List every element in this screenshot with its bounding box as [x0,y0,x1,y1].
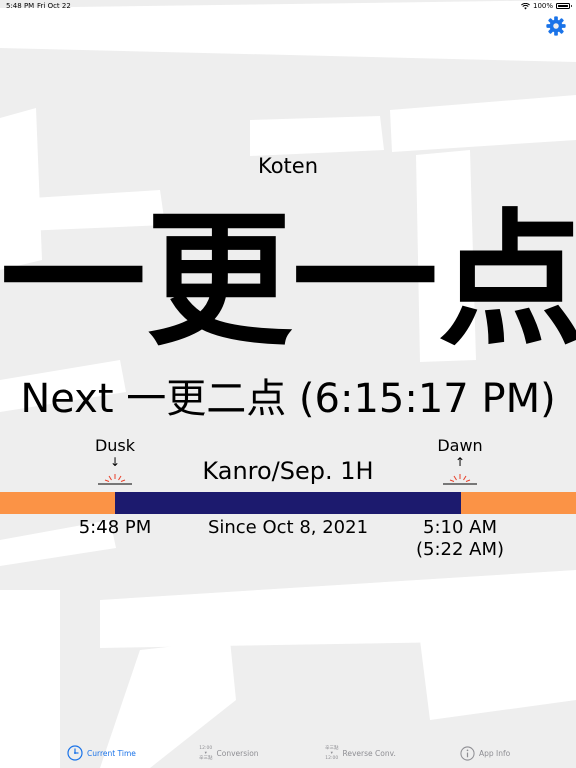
status-bar: 5:48 PM Fri Oct 22 100% [0,0,576,12]
since-date: Since Oct 8, 2021 [207,517,369,538]
battery-icon [556,3,572,9]
status-date: Fri Oct 22 [37,2,71,10]
clock-icon [67,745,83,761]
info-icon [460,745,475,761]
dusk-time: 5:48 PM [78,517,152,538]
night-segment [115,492,461,514]
dawn-time: 5:10 AM [423,517,497,538]
tab-reverse-conversion[interactable]: 辛三點 ▾ 12:00 Reverse Conv. [325,738,396,768]
tab-app-info[interactable]: App Info [460,738,510,768]
tab-current-time-label: Current Time [87,748,136,758]
dawn-time-alt: (5:22 AM) [415,539,505,560]
era-label: Koten [257,154,319,178]
tab-bar: Current Time 12:00 ▾ 辛三點 Conversion 辛三點 … [0,738,576,768]
wifi-icon [521,2,530,9]
day-night-timeline [0,492,576,514]
reverse-conversion-icon: 辛三點 ▾ 12:00 [325,745,339,761]
tab-current-time[interactable]: Current Time [67,738,136,768]
tab-app-info-label: App Info [479,748,511,758]
battery-percent: 100% [532,2,553,10]
tab-conversion-label: Conversion [216,748,259,758]
current-traditional-hour: 一更一点 [0,196,576,366]
tab-conversion[interactable]: 12:00 ▾ 辛三點 Conversion [199,738,259,768]
status-indicators: 100% [521,0,572,12]
dusk-label: Dusk [94,436,136,455]
next-hour-label: Next 一更二点 (6:15:17 PM) [20,376,556,422]
dawn-label: Dawn [437,436,483,455]
tab-reverse-conversion-label: Reverse Conv. [342,748,396,758]
conversion-icon: 12:00 ▾ 辛三點 [199,745,213,761]
season-label: Kanro/Sep. 1H [202,457,374,485]
gear-icon[interactable] [545,15,567,37]
status-time: 5:48 PM [6,2,35,10]
